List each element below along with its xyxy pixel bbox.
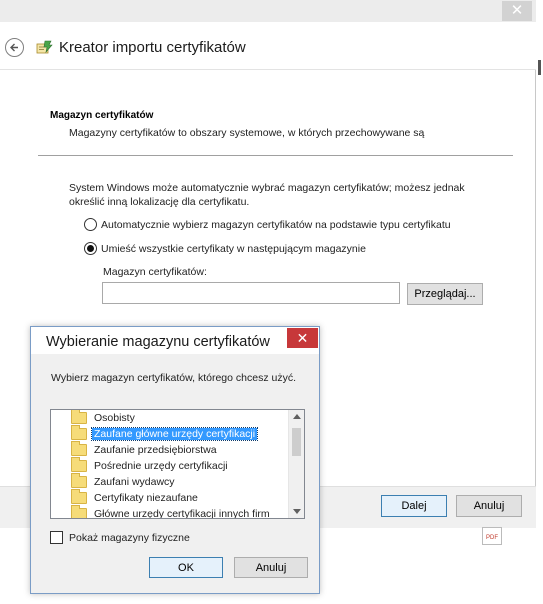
store-item-untrusted[interactable]: Certyfikaty niezaufane — [71, 489, 200, 506]
folder-icon — [71, 505, 87, 518]
tree-scrollbar[interactable] — [288, 410, 304, 518]
store-item-intermediate[interactable]: Pośrednie urzędy certyfikacji — [71, 457, 230, 474]
radio-place-indicator[interactable] — [84, 242, 97, 255]
store-item-enterprise-trust[interactable]: Zaufanie przedsiębiorstwa — [71, 441, 219, 458]
store-item-label: Zaufane główne urzędy certyfikacji — [90, 427, 259, 441]
back-button[interactable] — [5, 38, 24, 57]
dialog-prompt: Wybierz magazyn certyfikatów, którego ch… — [51, 372, 296, 384]
store-item-label: Pośrednie urzędy certyfikacji — [94, 460, 228, 472]
dialog-title: Wybieranie magazynu certyfikatów — [46, 334, 270, 350]
header-divider — [38, 155, 513, 156]
browse-button[interactable]: Przeglądaj... — [407, 283, 483, 305]
folder-icon — [71, 441, 87, 456]
radio-auto-select[interactable]: Automatycznie wybierz magazyn certyfikat… — [84, 218, 451, 231]
section-title: Magazyn certyfikatów — [50, 110, 154, 121]
store-field-label: Magazyn certyfikatów: — [103, 266, 207, 278]
show-physical-label: Pokaż magazyny fizyczne — [69, 531, 190, 544]
store-item-label: Zaufanie przedsiębiorstwa — [94, 444, 217, 456]
folder-icon — [71, 473, 87, 488]
dialog-cancel-button[interactable]: Anuluj — [234, 557, 308, 578]
intro-text: System Windows może automatycznie wybrać… — [69, 182, 465, 208]
back-arrow-icon — [10, 43, 18, 52]
radio-auto-label: Automatycznie wybierz magazyn certyfikat… — [101, 218, 451, 231]
ok-button[interactable]: OK — [149, 557, 223, 578]
select-store-dialog: Wybieranie magazynu certyfikatów ✕ Wybie… — [30, 326, 320, 594]
radio-place-all[interactable]: Umieść wszystkie certyfikaty w następują… — [84, 242, 366, 255]
pdf-file-icon: PDF — [482, 527, 502, 545]
wizard-close-button[interactable]: ✕ — [502, 1, 532, 21]
background-window-edge — [536, 0, 543, 604]
folder-icon — [71, 457, 87, 472]
store-item-label: Osobisty — [94, 412, 135, 424]
store-item-third-party-root[interactable]: Główne urzędy certyfikacji innych firm — [71, 505, 272, 519]
radio-auto-indicator[interactable] — [84, 218, 97, 231]
wizard-titlebar: ✕ — [0, 0, 536, 22]
store-item-personal[interactable]: Osobisty — [71, 410, 137, 426]
store-item-trusted-root[interactable]: Zaufane główne urzędy certyfikacji — [71, 425, 259, 442]
radio-place-label: Umieść wszystkie certyfikaty w następują… — [101, 242, 366, 255]
scroll-up-arrow-icon[interactable] — [293, 414, 301, 419]
scroll-thumb[interactable] — [292, 428, 301, 456]
folder-icon — [71, 489, 87, 504]
wizard-header: Kreator importu certyfikatów — [0, 22, 536, 70]
wizard-cancel-button[interactable]: Anuluj — [456, 495, 522, 517]
next-button[interactable]: Dalej — [381, 495, 447, 517]
dialog-titlebar: Wybieranie magazynu certyfikatów ✕ — [31, 327, 319, 354]
dialog-close-button[interactable]: ✕ — [287, 328, 318, 348]
folder-icon — [71, 410, 87, 424]
store-item-trusted-publishers[interactable]: Zaufani wydawcy — [71, 473, 177, 490]
store-item-label: Certyfikaty niezaufane — [94, 492, 198, 504]
store-input[interactable] — [102, 282, 400, 304]
store-item-label: Główne urzędy certyfikacji innych firm — [94, 508, 270, 519]
folder-icon — [71, 425, 87, 440]
certificate-wizard-icon — [36, 40, 53, 54]
background-scroll-mark — [538, 60, 541, 75]
section-description: Magazyny certyfikatów to obszary systemo… — [69, 127, 425, 139]
show-physical-checkbox[interactable] — [50, 531, 63, 544]
show-physical-stores[interactable]: Pokaż magazyny fizyczne — [50, 531, 190, 544]
store-item-label: Zaufani wydawcy — [94, 476, 175, 488]
scroll-down-arrow-icon[interactable] — [293, 509, 301, 514]
store-tree[interactable]: Osobisty Zaufane główne urzędy certyfika… — [50, 409, 305, 519]
wizard-title: Kreator importu certyfikatów — [59, 39, 246, 56]
